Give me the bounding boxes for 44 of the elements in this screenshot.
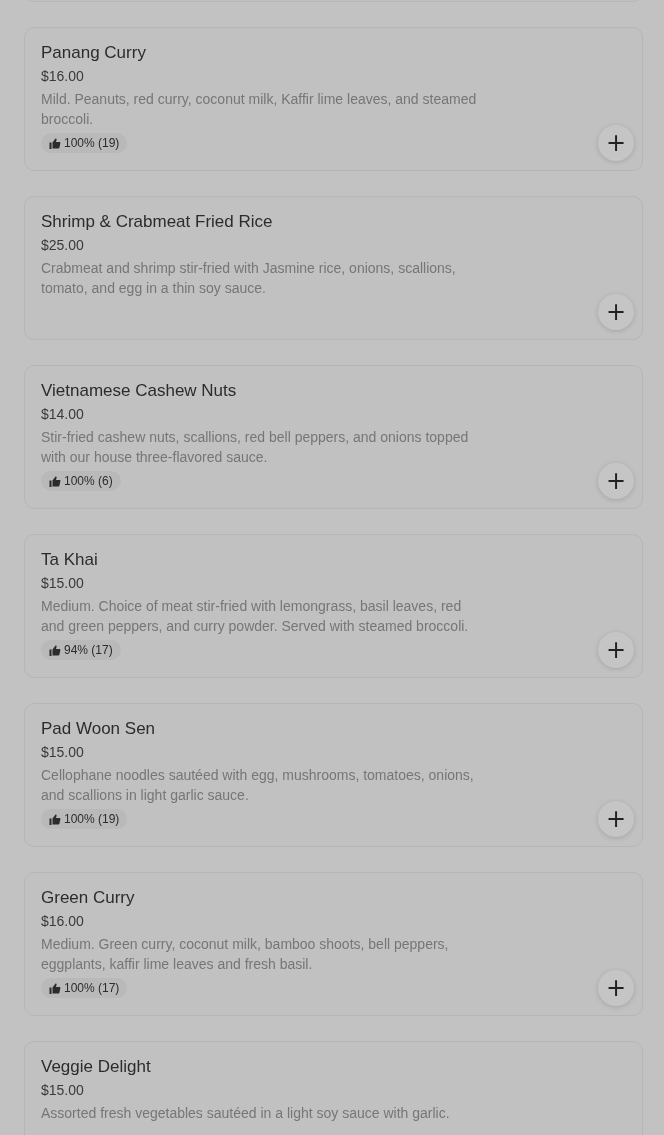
item-name: Green Curry: [41, 887, 135, 909]
menu-item-card[interactable]: Panang Curry $16.00 Mild. Peanuts, red curry, coconut milk, Kaffir lime leaves, and steamed broccoli. 100% (19) +: [24, 27, 643, 171]
item-name: Vietnamese Cashew Nuts: [41, 380, 237, 402]
item-description: Medium. Green curry, coconut milk, bamboo shoots, bell peppers, eggplants, kaffir lime leaves and fresh basil.: [41, 935, 450, 974]
rating-text: 100% (6): [64, 474, 113, 488]
item-price: $16.00: [41, 912, 84, 931]
item-price: $15.00: [41, 743, 84, 762]
item-price: $25.00: [41, 236, 84, 255]
rating-text: 100% (19): [64, 812, 120, 826]
item-price: $15.00: [41, 1081, 84, 1100]
rating-text: 100% (19): [64, 136, 120, 150]
thumbs-up-icon: [49, 644, 61, 656]
item-description: Mild. Peanuts, red curry, coconut milk, Kaffir lime leaves, and steamed broccoli.: [41, 90, 478, 129]
thumbs-up-icon: [49, 137, 61, 149]
menu-item-card[interactable]: Ta Khai $15.00 Medium. Choice of meat stir-fried with lemongrass, basil leaves, red and green peppers, and curry powder. Served with steamed broccoli. 94% (17) +: [24, 534, 643, 678]
add-button[interactable]: +: [598, 125, 634, 161]
add-button[interactable]: +: [598, 294, 634, 330]
item-description: Crabmeat and shrimp stir-fried with Jasmine rice, onions, scallions, tomato, and egg in a thin soy sauce.: [41, 259, 457, 298]
item-description: Cellophane noodles sautéed with egg, mushrooms, tomatoes, onions, and scallions in light garlic sauce.: [41, 766, 475, 805]
menu-item-card[interactable]: Pad Woon Sen $15.00 Cellophane noodles sautéed with egg, mushrooms, tomatoes, onions, and scallions in light garlic sauce. 100% (19) +: [24, 703, 643, 847]
menu-item-card[interactable]: Shrimp & Crabmeat Fried Rice $25.00 Crabmeat and shrimp stir-fried with Jasmine rice, onions, scallions, tomato, and egg in a thin soy sauce. +: [24, 196, 643, 340]
thumbs-up-icon: [49, 813, 61, 825]
item-name: Pad Woon Sen: [41, 718, 156, 740]
menu-item-card[interactable]: Green Curry $16.00 Medium. Green curry, coconut milk, bamboo shoots, bell peppers, eggplants, kaffir lime leaves and fresh basil. 100% (17) +: [24, 872, 643, 1016]
menu-item-card[interactable]: Vietnamese Cashew Nuts $14.00 Stir-fried cashew nuts, scallions, red bell peppers, and onions topped with our house three-flavored sauce. 100% (6) +: [24, 365, 643, 509]
item-price: $14.00: [41, 405, 84, 424]
item-description: Stir-fried cashew nuts, scallions, red bell peppers, and onions topped with our house three-flavored sauce.: [41, 428, 470, 467]
menu-item-card[interactable]: Veggie Delight $15.00 Assorted fresh vegetables sautéed in a light soy sauce with garlic.: [24, 1041, 643, 1135]
add-button[interactable]: +: [598, 801, 634, 837]
rating-text: 100% (17): [64, 981, 120, 995]
item-name: Shrimp & Crabmeat Fried Rice: [41, 211, 273, 233]
add-button[interactable]: +: [598, 463, 634, 499]
item-name: Panang Curry: [41, 42, 146, 64]
item-name: Veggie Delight: [41, 1056, 151, 1078]
thumbs-up-icon: [49, 982, 61, 994]
add-button[interactable]: +: [598, 632, 634, 668]
item-description: Assorted fresh vegetables sautéed in a light soy sauce with garlic.: [41, 1104, 451, 1123]
item-description: Medium. Choice of meat stir-fried with lemongrass, basil leaves, red and green peppers, and curry powder. Served with steamed broccoli.: [41, 597, 470, 636]
item-price: $16.00: [41, 67, 84, 86]
rating-text: 94% (17): [64, 643, 113, 657]
thumbs-up-icon: [49, 475, 61, 487]
item-name: Ta Khai: [41, 549, 98, 571]
item-price: $15.00: [41, 574, 84, 593]
add-button[interactable]: +: [598, 970, 634, 1006]
